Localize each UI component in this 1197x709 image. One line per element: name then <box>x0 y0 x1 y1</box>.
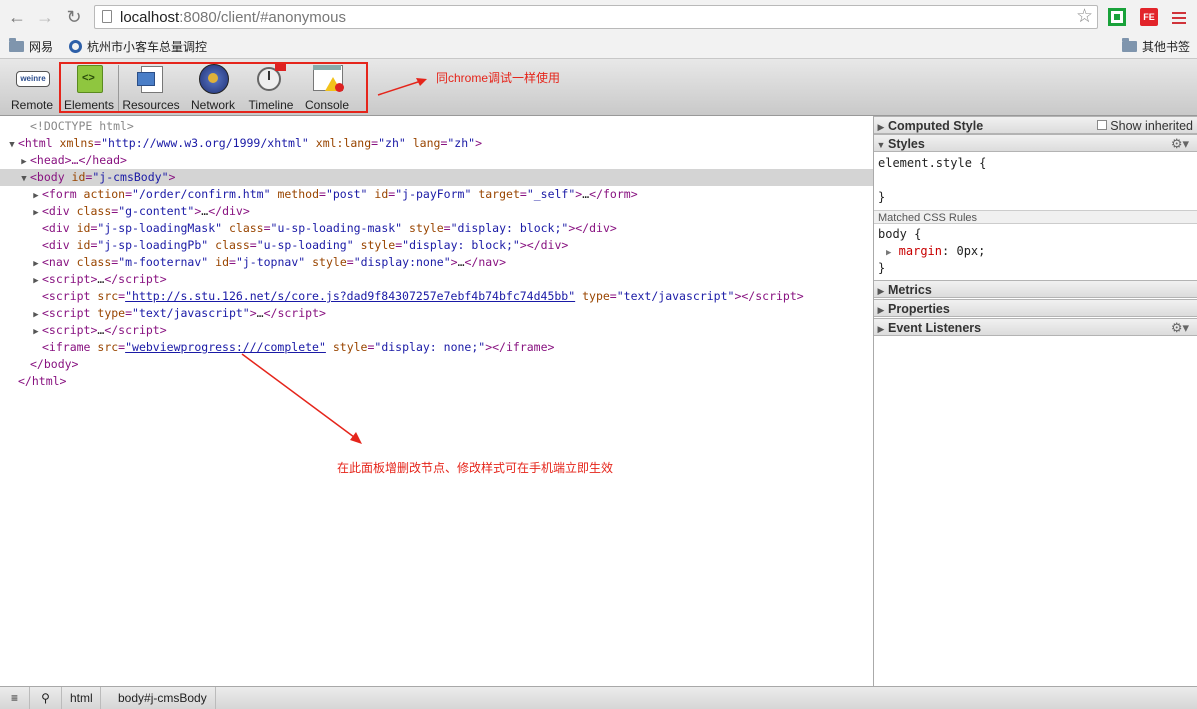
bookmarks-bar: 网易 杭州市小客车总量调控 其他书签 <box>0 34 1197 59</box>
rule-property[interactable]: ▶ margin: 0px; <box>886 244 985 258</box>
url-text: localhost:8080/client/#anonymous <box>120 9 346 26</box>
styles-header[interactable]: ▼ Styles ⚙▾ <box>874 134 1197 152</box>
dom-node-nav[interactable]: ▶ <nav class="m-footernav" id="j-topnav" … <box>0 254 873 271</box>
styles-sidebar: ▶ Computed Style Show inherited ▼ Styles ⚙… <box>874 116 1197 686</box>
folder-icon <box>1122 38 1137 52</box>
dom-node-script[interactable]: ▶ <script type="text/javascript">…</scrip… <box>0 305 873 322</box>
dom-head[interactable]: ▶ <head>…</head> <box>0 152 873 169</box>
dom-node-script[interactable]: ▶ <script>…</script> <box>0 322 873 339</box>
breadcrumb-body[interactable]: body#j-cmsBody <box>118 687 207 709</box>
annotation-top-note: 同chrome调试一样使用 <box>436 71 561 85</box>
event-listeners-header[interactable]: ▶ Event Listeners ⚙▾ <box>874 318 1197 336</box>
dom-node-script[interactable]: <script src="http://s.stu.126.net/s/core… <box>0 288 873 305</box>
green-extension-icon[interactable] <box>1108 8 1126 26</box>
address-bar[interactable]: localhost:8080/client/#anonymous ☆ <box>94 5 1098 29</box>
search-icon[interactable]: ⚲ <box>30 687 62 709</box>
folder-icon <box>9 38 24 52</box>
remote-tab[interactable]: weinre Remote <box>8 63 56 113</box>
dom-doctype[interactable]: <!DOCTYPE html> <box>0 118 873 135</box>
dom-node-div[interactable]: <div id="j-sp-loadingPb" class="u-sp-loa… <box>0 237 873 254</box>
dom-body[interactable]: ▼ <body id="j-cmsBody"> <box>0 169 873 186</box>
forward-button[interactable]: → <box>34 6 56 28</box>
element-style-close: } <box>878 190 886 204</box>
fe-extension-icon[interactable]: FE <box>1140 8 1158 26</box>
bookmark-other[interactable]: 其他书签 <box>1122 38 1190 55</box>
dom-node-iframe[interactable]: <iframe src="webviewprogress:///complete… <box>0 339 873 356</box>
menu-icon[interactable] <box>1170 9 1188 27</box>
annotation-highlight-box <box>59 62 368 113</box>
dock-icon[interactable]: ≡ <box>0 687 30 709</box>
dom-node-form[interactable]: ▶ <form action="/order/confirm.htm" metho… <box>0 186 873 203</box>
computed-style-header[interactable]: ▶ Computed Style Show inherited <box>874 116 1197 134</box>
bookmark-netease[interactable]: 网易 <box>9 38 53 55</box>
dom-node-div[interactable]: <div id="j-sp-loadingMask" class="u-sp-l… <box>0 220 873 237</box>
dom-body-close[interactable]: </body> <box>0 356 873 373</box>
show-inherited-checkbox[interactable] <box>1097 120 1107 130</box>
properties-header[interactable]: ▶ Properties <box>874 299 1197 317</box>
site-icon <box>69 40 82 53</box>
rule-selector[interactable]: body { <box>878 227 921 241</box>
breadcrumb-html[interactable]: html <box>70 687 93 709</box>
back-button[interactable]: ← <box>6 6 28 28</box>
reload-button[interactable]: ↻ <box>63 6 85 28</box>
element-style-open[interactable]: element.style { <box>878 156 986 170</box>
dom-html[interactable]: ▼ <html xmlns="http://www.w3.org/1999/xht… <box>0 135 873 152</box>
annotation-panel-note: 在此面板增删改节点、修改样式可在手机端立即生效 <box>337 461 614 475</box>
dom-node-script[interactable]: ▶ <script>…</script> <box>0 271 873 288</box>
dom-node-div[interactable]: ▶ <div class="g-content">…</div> <box>0 203 873 220</box>
gear-icon[interactable]: ⚙▾ <box>1171 135 1189 153</box>
annotation-arrow <box>377 78 427 96</box>
bookmark-hangzhou[interactable]: 杭州市小客车总量调控 <box>69 38 207 55</box>
metrics-header[interactable]: ▶ Metrics <box>874 280 1197 298</box>
page-icon <box>102 10 112 23</box>
elements-panel: <!DOCTYPE html> ▼ <html xmlns="http://www.… <box>0 116 874 686</box>
browser-toolbar: ← → ↻ localhost:8080/client/#anonymous ☆… <box>0 0 1197 34</box>
dom-html-close[interactable]: </html> <box>0 373 873 390</box>
bookmark-star-icon[interactable]: ☆ <box>1076 6 1093 28</box>
annotation-arrow <box>241 353 362 444</box>
gear-icon[interactable]: ⚙▾ <box>1171 319 1189 337</box>
matched-rules-header: Matched CSS Rules <box>874 210 1197 224</box>
weinre-icon: weinre <box>16 63 50 95</box>
status-bar: ≡ ⚲ html body#j-cmsBody <box>0 686 1197 709</box>
rule-close: } <box>878 261 886 275</box>
